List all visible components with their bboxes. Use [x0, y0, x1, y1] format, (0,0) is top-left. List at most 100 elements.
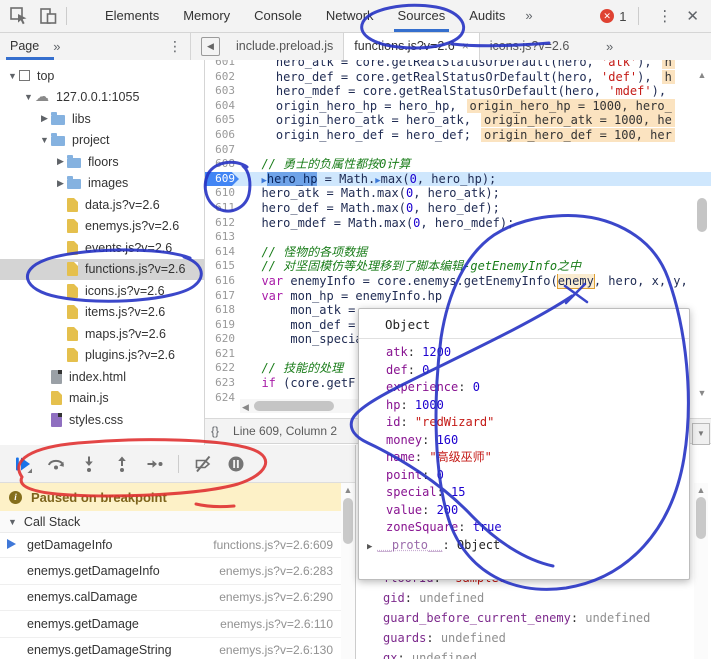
panel-scroll-button[interactable]: ▼ [692, 423, 710, 445]
file-tab-functions-js-v-2-6[interactable]: functions.js?v=2.6× [343, 33, 479, 60]
line-number[interactable]: 619 [205, 318, 239, 333]
tree-item-images[interactable]: ▶images [0, 173, 204, 195]
tree-item-enemys-js-v-2-6[interactable]: enemys.js?v=2.6 [0, 216, 204, 238]
line-number[interactable]: 614 [205, 245, 239, 260]
navigate-back-icon[interactable]: ◀ [201, 37, 220, 56]
code-line-613[interactable]: 613 [205, 230, 711, 245]
devtools-menu-icon[interactable]: ⋮ [647, 7, 682, 25]
scroll-up-icon[interactable]: ▲ [694, 70, 710, 80]
scope-variable-gid[interactable]: gid: undefined [356, 588, 696, 608]
hovered-token[interactable]: enemy [557, 274, 595, 289]
tree-item-data-js-v-2-6[interactable]: data.js?v=2.6 [0, 194, 204, 216]
close-devtools-icon[interactable]: ✕ [682, 7, 711, 25]
expander-icon[interactable]: ▶ [367, 542, 372, 552]
step-out-button[interactable] [112, 454, 132, 474]
chevron-down-icon[interactable]: ▼ [38, 135, 51, 145]
line-number[interactable]: 623 [205, 376, 239, 391]
scroll-down-icon[interactable]: ▼ [694, 388, 710, 398]
scope-variable-guards[interactable]: guards: undefined [356, 628, 696, 648]
line-number[interactable]: 622 [205, 361, 239, 376]
code-line-614[interactable]: 614 // 怪物的各项数据 [205, 245, 711, 260]
scrollbar-thumb[interactable] [696, 497, 706, 539]
scroll-left-icon[interactable]: ◀ [242, 402, 249, 413]
scroll-up-icon[interactable]: ▲ [341, 485, 355, 495]
scrollbar-thumb[interactable] [343, 498, 353, 544]
line-number[interactable]: 613 [205, 230, 239, 245]
chevron-right-icon[interactable]: ▶ [54, 178, 67, 189]
line-number[interactable]: 612 [205, 216, 239, 231]
code-line-601[interactable]: 601 hero_atk = core.getRealStatusOrDefau… [205, 60, 711, 70]
device-toolbar-icon[interactable] [38, 6, 58, 26]
line-number[interactable]: 608 [205, 157, 239, 172]
inspect-element-icon[interactable] [9, 6, 29, 26]
scope-pane-scrollbar[interactable]: ▲ [694, 483, 708, 659]
scrollbar-thumb[interactable] [697, 198, 707, 232]
line-number[interactable]: 611 [205, 201, 239, 216]
pause-on-exceptions-button[interactable] [226, 454, 246, 474]
code-line-617[interactable]: 617 var mon_hp = enemyInfo.hp [205, 289, 711, 304]
line-number[interactable]: 615 [205, 259, 239, 274]
more-panels-chevron[interactable]: » [517, 0, 540, 32]
line-number[interactable]: 605 [205, 113, 239, 128]
line-number[interactable]: 618 [205, 303, 239, 318]
tab-console[interactable]: Console [242, 0, 314, 32]
code-line-609[interactable]: 609 ▶hero_hp = Math.▶max(0, hero_hp); [205, 172, 711, 187]
line-number[interactable]: 601 [205, 60, 239, 70]
line-number[interactable]: 621 [205, 347, 239, 362]
navigator-menu-icon[interactable]: ⋮ [168, 38, 182, 55]
file-tab-include-preload-js[interactable]: include.preload.js [226, 33, 343, 60]
call-stack-header[interactable]: ▼ Call Stack [0, 511, 341, 533]
step-into-button[interactable] [79, 454, 99, 474]
tree-item-project[interactable]: ▼project [0, 130, 204, 152]
code-line-606[interactable]: 606 origin_hero_def = hero_def;origin_he… [205, 128, 711, 143]
chevron-down-icon[interactable]: ▼ [6, 71, 19, 81]
tree-item-events-js-v-2-6[interactable]: events.js?v=2.6 [0, 237, 204, 259]
tree-item-icons-js-v-2-6[interactable]: icons.js?v=2.6 [0, 280, 204, 302]
code-line-616[interactable]: 616 var enemyInfo = core.enemys.getEnemy… [205, 274, 711, 289]
scope-variable-guard-before-current-enemy[interactable]: guard_before_current_enemy: undefined [356, 608, 696, 628]
tree-item-127-0-0-1-1055[interactable]: ▼☁127.0.0.1:1055 [0, 87, 204, 109]
tree-item-floors[interactable]: ▶floors [0, 151, 204, 173]
call-stack-frame-enemys-getdamagestring[interactable]: enemys.getDamageStringenemys.js?v=2.6:13… [0, 638, 341, 659]
tree-item-functions-js-v-2-6[interactable]: functions.js?v=2.6 [0, 259, 204, 281]
line-number[interactable]: 606 [205, 128, 239, 143]
tab-audits[interactable]: Audits [457, 0, 517, 32]
tab-elements[interactable]: Elements [93, 0, 171, 32]
tree-item-plugins-js-v-2-6[interactable]: plugins.js?v=2.6 [0, 345, 204, 367]
tab-memory[interactable]: Memory [171, 0, 242, 32]
tree-item-index-html[interactable]: index.html [0, 366, 204, 388]
call-stack-frame-enemys-getdamageinfo[interactable]: enemys.getDamageInfoenemys.js?v=2.6:283 [0, 558, 341, 584]
scrollbar-thumb[interactable] [254, 401, 334, 411]
code-line-615[interactable]: 615 // 对坚固模仿等处理移到了脚本编辑-getEnemyInfo之中 [205, 259, 711, 274]
line-number[interactable]: 604 [205, 99, 239, 114]
code-line-605[interactable]: 605 origin_hero_atk = hero_atk,origin_he… [205, 113, 711, 128]
scope-variable-gx[interactable]: gx: undefined [356, 648, 696, 659]
editor-vertical-scrollbar[interactable]: ▲ ▼ [694, 62, 710, 407]
call-stack-frame-enemys-caldamage[interactable]: enemys.calDamageenemys.js?v=2.6:290 [0, 585, 341, 611]
code-line-611[interactable]: 611 hero_def = Math.max(0, hero_def); [205, 201, 711, 216]
line-number[interactable]: 602 [205, 70, 239, 85]
navigator-tab-page[interactable]: Page [10, 33, 39, 60]
error-badge[interactable]: ✕ 1 [600, 9, 626, 24]
code-line-612[interactable]: 612 hero_mdef = Math.max(0, hero_mdef); [205, 216, 711, 231]
step-button[interactable] [145, 454, 165, 474]
chevron-right-icon[interactable]: ▶ [54, 156, 67, 167]
line-number[interactable]: 616 [205, 274, 239, 289]
tree-item-libs[interactable]: ▶libs [0, 108, 204, 130]
tree-item-styles-css[interactable]: styles.css [0, 409, 204, 431]
deactivate-breakpoints-button[interactable] [193, 454, 213, 474]
tree-item-main-js[interactable]: main.js [0, 388, 204, 410]
step-over-button[interactable] [46, 454, 66, 474]
tooltip-property-proto[interactable]: ▶__proto__: Object [359, 537, 689, 555]
call-stack-frame-getdamageinfo[interactable]: getDamageInfofunctions.js?v=2.6:609 [0, 532, 341, 558]
call-stack-frame-enemys-getdamage[interactable]: enemys.getDamageenemys.js?v=2.6:110 [0, 611, 341, 637]
code-line-604[interactable]: 604 origin_hero_hp = hero_hp,origin_hero… [205, 99, 711, 114]
code-line-607[interactable]: 607 [205, 143, 711, 158]
line-number[interactable]: 603 [205, 84, 239, 99]
tree-item-top[interactable]: ▼top [0, 65, 204, 87]
more-tabs-chevron[interactable]: » [606, 33, 613, 60]
chevron-down-icon[interactable]: ▼ [22, 92, 35, 102]
file-tab-icons-js-v-2-6[interactable]: icons.js?v=2.6 [480, 33, 580, 60]
breakpoint-line-number[interactable]: 609 [205, 172, 239, 187]
line-number[interactable]: 607 [205, 143, 239, 158]
